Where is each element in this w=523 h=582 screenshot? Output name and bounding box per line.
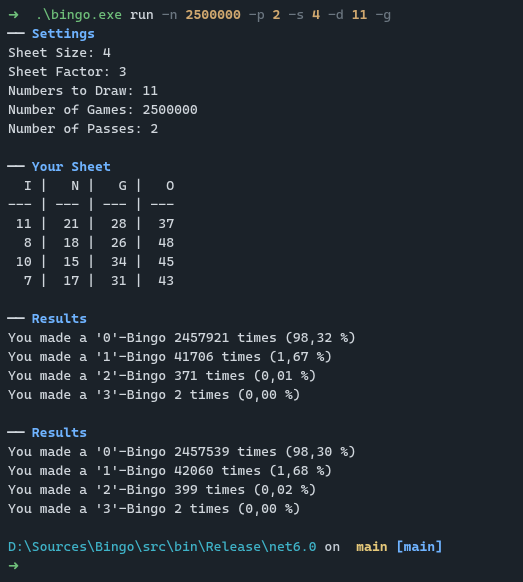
setting-sheet-factor: Sheet Factor: 3 [8, 63, 515, 82]
flag-p: -p [249, 7, 265, 23]
setting-number-of-games: Number of Games: 2500000 [8, 101, 515, 120]
val-s: 4 [312, 7, 320, 23]
setting-numbers-to-draw: Numbers to Draw: 11 [8, 82, 515, 101]
section-title: Settings [32, 26, 95, 42]
flag-g: -g [375, 7, 391, 23]
prompt-arrow: ➜ [8, 7, 19, 23]
val-p: 2 [273, 7, 281, 23]
section-settings-header: ── Settings [8, 25, 515, 44]
section-title: Your Sheet [32, 159, 111, 175]
sheet-header: I | N | G | O [8, 177, 515, 196]
result-line: You made a '1'-Bingo 41706 times (1,67 %… [8, 348, 515, 367]
result-line: You made a '3'-Bingo 2 times (0,00 %) [8, 500, 515, 519]
blank-line [8, 405, 515, 424]
sheet-row: 7 | 17 | 31 | 43 [8, 272, 515, 291]
flag-n: -n [162, 7, 178, 23]
sheet-row: 11 | 21 | 28 | 37 [8, 215, 515, 234]
result-line: You made a '2'-Bingo 399 times (0,02 %) [8, 481, 515, 500]
section-title: Results [32, 311, 87, 327]
blank-line [8, 291, 515, 310]
executable: .\bingo.exe [35, 7, 122, 23]
result-line: You made a '0'-Bingo 2457539 times (98,3… [8, 443, 515, 462]
rule-icon: ── [8, 425, 24, 441]
flag-d: -d [328, 7, 344, 23]
blank-line [8, 139, 515, 158]
result-line: You made a '2'-Bingo 371 times (0,01 %) [8, 367, 515, 386]
prompt-line: D:\Sources\Bingo\src\bin\Release\net6.0 … [8, 538, 515, 557]
rule-icon: ── [8, 26, 24, 42]
bracket-open: [ [396, 539, 404, 555]
terminal-output: ➜ .\bingo.exe run -n 2500000 -p 2 -s 4 -… [8, 6, 515, 576]
section-sheet-header: ── Your Sheet [8, 158, 515, 177]
command-line: ➜ .\bingo.exe run -n 2500000 -p 2 -s 4 -… [8, 6, 515, 25]
result-line: You made a '1'-Bingo 42060 times (1,68 %… [8, 462, 515, 481]
prompt-ready[interactable]: ➜ [8, 557, 515, 576]
on-text: on [317, 539, 349, 555]
flag-s: -s [288, 7, 304, 23]
val-n: 2500000 [185, 7, 240, 23]
sheet-row: 8 | 18 | 26 | 48 [8, 234, 515, 253]
val-d: 11 [352, 7, 368, 23]
sheet-row: 10 | 15 | 34 | 45 [8, 253, 515, 272]
subcommand: run [130, 7, 154, 23]
section-results-header: ── Results [8, 310, 515, 329]
branch-name: main [356, 539, 388, 555]
result-line: You made a '3'-Bingo 2 times (0,00 %) [8, 386, 515, 405]
rule-icon: ── [8, 311, 24, 327]
prompt-arrow: ➜ [8, 558, 19, 574]
bracket-close: ] [435, 539, 443, 555]
setting-number-of-passes: Number of Passes: 2 [8, 120, 515, 139]
rule-icon: ── [8, 159, 24, 175]
result-line: You made a '0'-Bingo 2457921 times (98,3… [8, 329, 515, 348]
blank-line [8, 519, 515, 538]
section-title: Results [32, 425, 87, 441]
section-results-header: ── Results [8, 424, 515, 443]
setting-sheet-size: Sheet Size: 4 [8, 44, 515, 63]
sheet-divider: --- | --- | --- | --- [8, 196, 515, 215]
branch-tag: main [404, 539, 436, 555]
cwd-path: D:\Sources\Bingo\src\bin\Release\net6.0 [8, 539, 317, 555]
